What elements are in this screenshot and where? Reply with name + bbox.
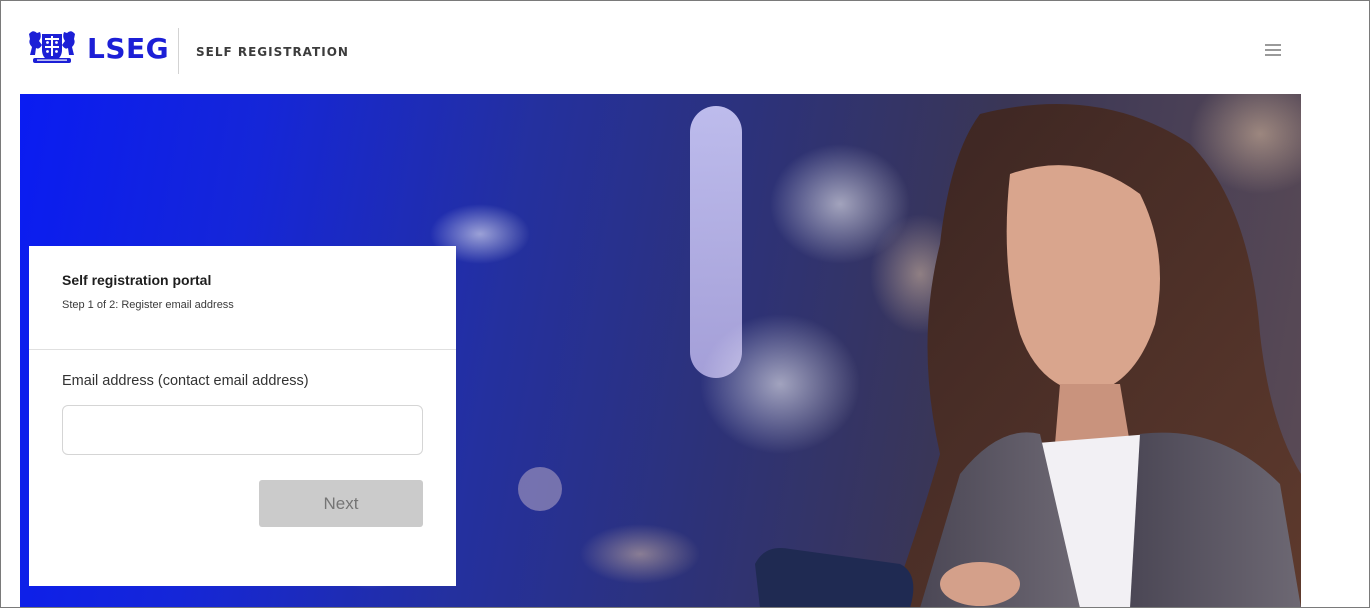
card-header: Self registration portal Step 1 of 2: Re… bbox=[29, 246, 456, 350]
brand-wordmark: LSEG bbox=[87, 31, 170, 65]
browser-frame: LSEG SELF REGISTRATION Self registration… bbox=[0, 0, 1370, 608]
header-divider bbox=[178, 28, 179, 74]
app-title: SELF REGISTRATION bbox=[196, 45, 349, 59]
card-title: Self registration portal bbox=[62, 272, 212, 288]
site-header: LSEG SELF REGISTRATION bbox=[1, 1, 1369, 93]
registration-card: Self registration portal Step 1 of 2: Re… bbox=[29, 246, 456, 586]
hamburger-menu-icon[interactable] bbox=[1263, 42, 1283, 58]
email-label: Email address (contact email address) bbox=[62, 373, 309, 389]
email-input[interactable] bbox=[62, 405, 423, 455]
step-indicator: Step 1 of 2: Register email address bbox=[62, 299, 234, 311]
lseg-logo[interactable]: LSEG bbox=[27, 28, 169, 68]
lseg-crest-icon bbox=[29, 31, 75, 63]
next-button[interactable]: Next bbox=[259, 480, 423, 527]
